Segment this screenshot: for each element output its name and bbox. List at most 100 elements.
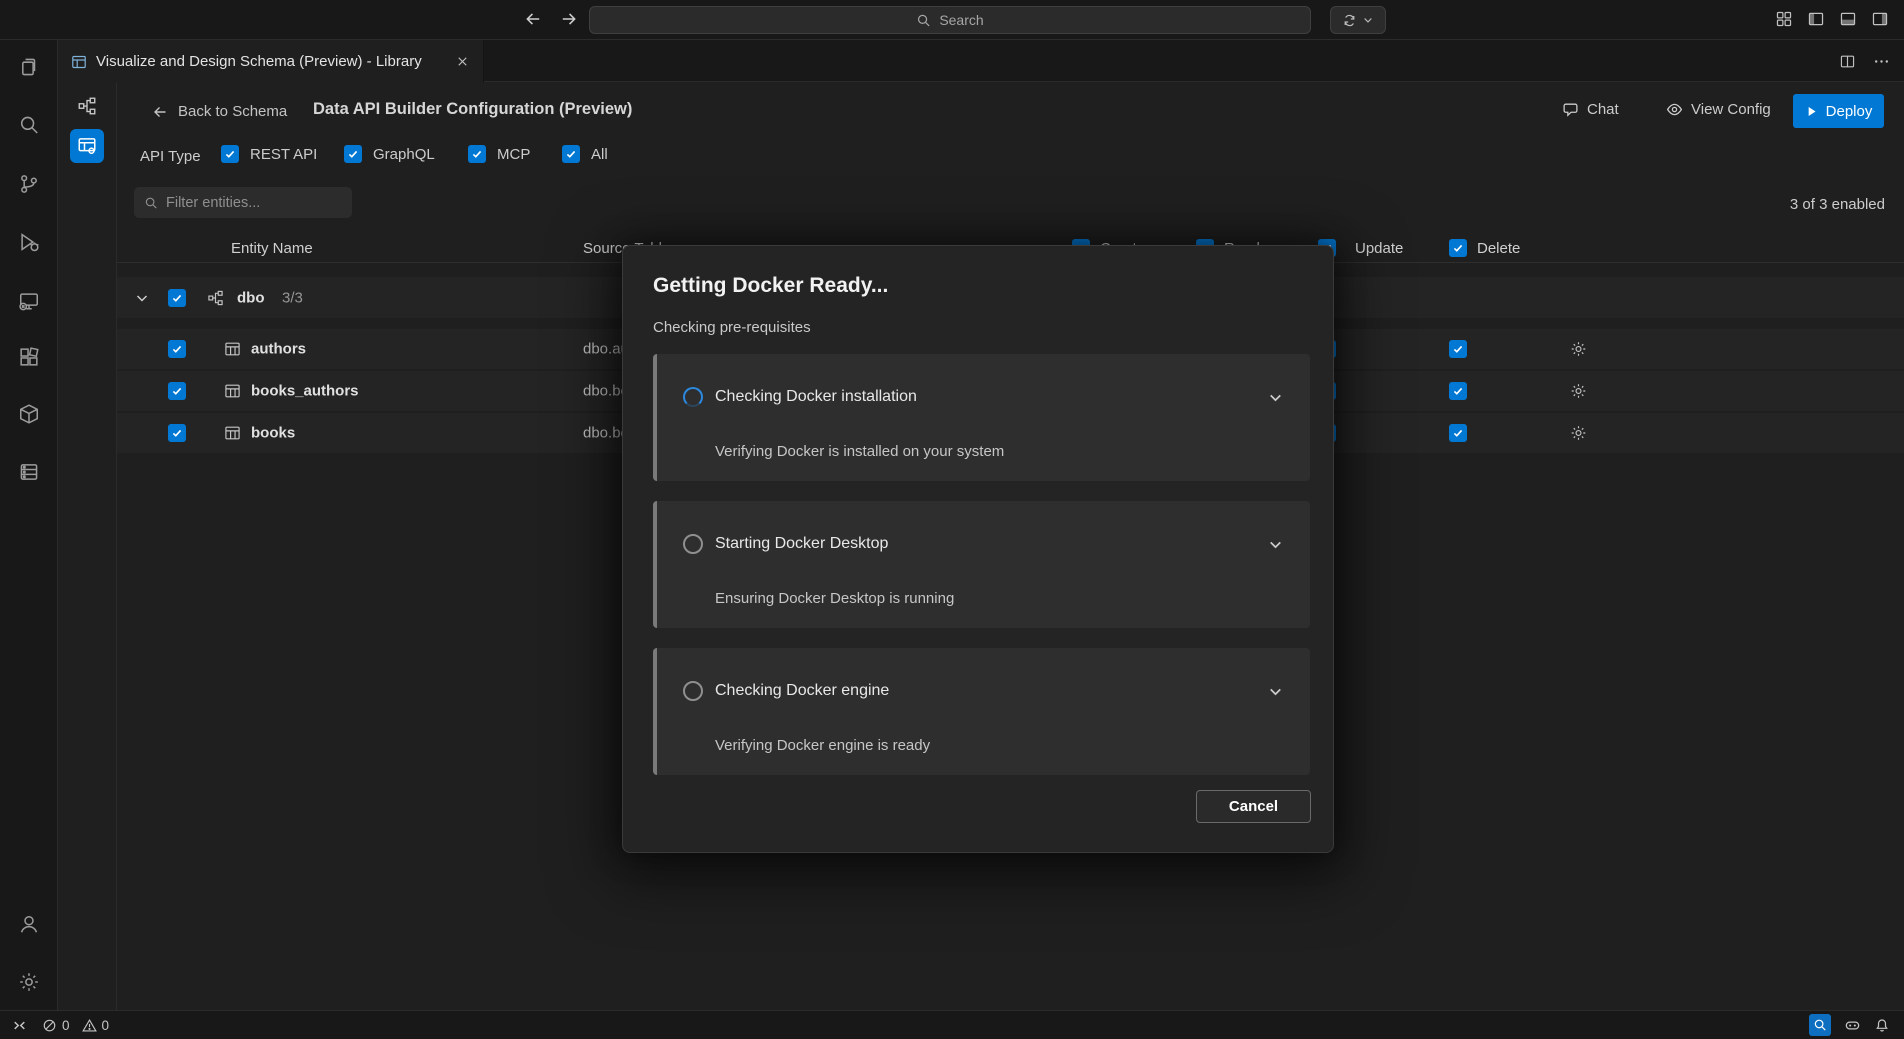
group-count: 3/3	[282, 289, 303, 306]
chevron-down-icon[interactable]	[1267, 683, 1284, 700]
data-api-builder-icon[interactable]	[70, 129, 104, 163]
accounts-icon[interactable]	[0, 913, 57, 935]
package-icon[interactable]	[0, 403, 57, 425]
entity-name: books_authors	[251, 383, 359, 400]
mcp-checkbox[interactable]	[468, 145, 486, 163]
view-config-label: View Config	[1691, 101, 1771, 118]
status-right	[1809, 1014, 1904, 1036]
step-header[interactable]: Checking Docker engine	[683, 678, 1284, 704]
update-label: Update	[1355, 240, 1403, 257]
all-checkbox[interactable]	[562, 145, 580, 163]
status-bar: 0 0	[0, 1010, 1904, 1039]
remote-explorer-icon[interactable]	[0, 290, 57, 312]
search-icon	[916, 13, 931, 28]
all-label: All	[591, 146, 608, 163]
chat-icon	[1562, 101, 1579, 118]
table-icon	[224, 383, 241, 400]
warning-count: 0	[102, 1018, 110, 1033]
more-actions-icon[interactable]	[1873, 53, 1890, 70]
search-view-icon[interactable]	[0, 114, 57, 136]
bell-icon[interactable]	[1874, 1017, 1890, 1033]
view-config-button[interactable]: View Config	[1666, 101, 1771, 118]
toggle-sidebar-right-icon[interactable]	[1871, 10, 1889, 28]
step-header[interactable]: Starting Docker Desktop	[683, 531, 1284, 557]
filter-entities-input[interactable]	[166, 195, 353, 211]
explorer-icon[interactable]	[0, 56, 57, 78]
rest-api-checkbox[interactable]	[221, 145, 239, 163]
split-editor-icon[interactable]	[1839, 53, 1856, 70]
dialog-subtitle: Checking pre-requisites	[653, 319, 811, 336]
back-to-schema-link[interactable]: Back to Schema	[152, 103, 287, 120]
filter-mcp: MCP	[468, 145, 530, 163]
zoom-indicator-icon[interactable]	[1809, 1014, 1831, 1036]
chat-button[interactable]: Chat	[1562, 101, 1619, 118]
search-box[interactable]: Search	[589, 6, 1311, 34]
status-left: 0 0	[0, 1017, 109, 1034]
source-control-icon[interactable]	[0, 173, 57, 195]
deploy-label: Deploy	[1826, 103, 1873, 120]
step-description: Ensuring Docker Desktop is running	[715, 590, 1284, 607]
remote-indicator-icon[interactable]	[11, 1017, 28, 1034]
schema-designer-tab-icon	[71, 54, 87, 70]
delete-all-checkbox[interactable]	[1449, 239, 1467, 257]
session-menu[interactable]	[1330, 6, 1386, 34]
layout-controls	[1775, 10, 1889, 28]
error-count: 0	[62, 1018, 70, 1033]
graphql-checkbox[interactable]	[344, 145, 362, 163]
table-icon	[224, 425, 241, 442]
cancel-button[interactable]: Cancel	[1196, 790, 1311, 823]
problems-indicator[interactable]: 0 0	[42, 1018, 109, 1033]
deploy-button[interactable]: Deploy	[1793, 94, 1884, 128]
page-title: Data API Builder Configuration (Preview)	[313, 100, 632, 119]
run-debug-icon[interactable]	[0, 231, 57, 253]
step-description: Verifying Docker is installed on your sy…	[715, 443, 1284, 460]
error-icon	[42, 1018, 57, 1033]
extensions-icon[interactable]	[0, 346, 57, 368]
back-arrow-icon[interactable]	[524, 10, 542, 28]
row-checkbox[interactable]	[168, 382, 186, 400]
row-settings-gear-icon[interactable]	[1570, 425, 1587, 442]
row-delete-checkbox[interactable]	[1449, 340, 1467, 358]
sync-loop-icon	[1342, 13, 1357, 28]
database-projects-icon[interactable]	[0, 461, 57, 483]
schema-icon	[207, 289, 224, 306]
back-arrow-icon	[152, 104, 168, 120]
docker-ready-dialog: Getting Docker Ready... Checking pre-req…	[622, 245, 1334, 853]
play-icon	[1805, 105, 1818, 118]
step-header[interactable]: Checking Docker installation	[683, 384, 1284, 410]
col-entity-name: Entity Name	[231, 233, 313, 263]
forward-arrow-icon[interactable]	[560, 10, 578, 28]
schema-diagram-icon[interactable]	[58, 96, 116, 116]
spinner-icon	[683, 387, 703, 407]
toggle-sidebar-left-icon[interactable]	[1807, 10, 1825, 28]
vscode-window: Search	[0, 0, 1904, 1039]
row-checkbox[interactable]	[168, 340, 186, 358]
customize-layout-icon[interactable]	[1775, 10, 1793, 28]
history-nav	[524, 10, 578, 28]
chevron-down-icon[interactable]	[1267, 389, 1284, 406]
pending-circle-icon	[683, 681, 703, 701]
enabled-summary: 3 of 3 enabled	[1790, 196, 1885, 213]
warning-icon	[82, 1018, 97, 1033]
filter-entities-field[interactable]	[134, 187, 352, 218]
toggle-panel-icon[interactable]	[1839, 10, 1857, 28]
eye-icon	[1666, 101, 1683, 118]
tab-close-icon[interactable]	[455, 54, 470, 69]
api-type-label: API Type	[140, 148, 201, 165]
step-label: Checking Docker installation	[715, 388, 917, 406]
group-checkbox[interactable]	[168, 289, 186, 307]
filter-all: All	[562, 145, 608, 163]
row-delete-checkbox[interactable]	[1449, 382, 1467, 400]
copilot-icon[interactable]	[1844, 1017, 1861, 1034]
row-delete-checkbox[interactable]	[1449, 424, 1467, 442]
filter-rest-api: REST API	[221, 145, 317, 163]
entity-name: authors	[251, 341, 306, 358]
row-checkbox[interactable]	[168, 424, 186, 442]
row-settings-gear-icon[interactable]	[1570, 341, 1587, 358]
titlebar: Search	[0, 0, 1904, 40]
chevron-down-icon[interactable]	[134, 290, 150, 306]
chevron-down-icon[interactable]	[1267, 536, 1284, 553]
row-settings-gear-icon[interactable]	[1570, 383, 1587, 400]
tab-visualize-design-schema[interactable]: Visualize and Design Schema (Preview) - …	[58, 40, 484, 83]
settings-gear-icon[interactable]	[0, 971, 57, 993]
